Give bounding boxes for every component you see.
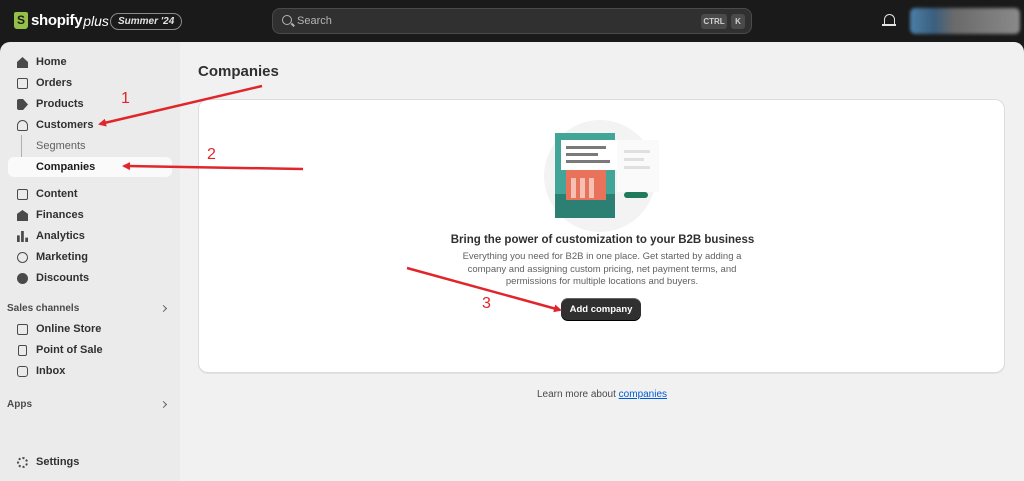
sidebar-item-label: Home (36, 56, 67, 68)
sidebar-item-label: Finances (36, 209, 84, 221)
sidebar-item-label: Content (36, 188, 78, 200)
sidebar-item-finances[interactable]: Finances (8, 205, 172, 225)
shopify-logo[interactable]: shopify plus (14, 12, 109, 29)
gear-icon (17, 457, 28, 468)
step-number-3: 3 (482, 295, 491, 312)
illustration-note-line (624, 166, 650, 169)
step-number-1: 1 (121, 90, 130, 107)
add-company-button[interactable]: Add company (561, 298, 641, 320)
shopify-bag-icon (14, 12, 28, 29)
sidebar-item-customers[interactable]: Customers (8, 115, 172, 135)
sidebar-item-label: Products (36, 98, 84, 110)
sales-channels-chevron-icon[interactable] (159, 304, 168, 313)
shortcut-ctrl-key: CTRL (701, 14, 727, 29)
illustration-status-pill (624, 192, 648, 198)
sidebar-item-label: Marketing (36, 251, 88, 263)
apps-heading[interactable]: Apps (7, 399, 32, 410)
inbox-icon (17, 366, 28, 377)
discount-icon (17, 273, 28, 284)
target-icon (17, 252, 28, 263)
empty-state-description: Everything you need for B2B in one place… (462, 251, 742, 287)
sidebar-item-label: Discounts (36, 272, 90, 284)
home-icon (17, 57, 28, 68)
sidebar-item-label: Settings (36, 456, 80, 468)
sidebar-item-orders[interactable]: Orders (8, 73, 172, 93)
sidebar: Home Orders Products Customers Segments … (0, 42, 180, 481)
empty-state-heading: Bring the power of customization to your… (450, 234, 755, 246)
main-content: Companies Bring the power of customizati… (180, 42, 1024, 481)
bar-chart-icon (17, 231, 28, 242)
top-bar: shopify plus Summer '24 Search CTRL K (0, 0, 1024, 42)
learn-more-prefix: Learn more about (536, 389, 619, 400)
search-icon (282, 15, 292, 25)
sidebar-item-content[interactable]: Content (8, 184, 172, 204)
step-number-2: 2 (207, 146, 216, 163)
bank-icon (17, 210, 28, 221)
sidebar-item-label: Point of Sale (36, 344, 103, 356)
sidebar-item-online-store[interactable]: Online Store (8, 319, 172, 339)
sidebar-item-label: Inbox (36, 365, 66, 377)
sidebar-item-label: Segments (36, 140, 86, 152)
illustration-note-line (624, 150, 650, 153)
shortcut-k-key: K (731, 14, 745, 29)
search-placeholder: Search (297, 15, 332, 27)
store-account-menu[interactable] (910, 8, 1020, 34)
pos-icon (18, 345, 27, 356)
page-title: Companies (198, 63, 279, 80)
sidebar-item-marketing[interactable]: Marketing (8, 247, 172, 267)
sidebar-item-label: Analytics (36, 230, 85, 242)
sidebar-item-settings[interactable]: Settings (8, 452, 172, 472)
orders-icon (17, 78, 28, 89)
notification-bell-icon[interactable] (882, 14, 896, 26)
tag-icon (17, 99, 28, 110)
illustration-window (571, 178, 576, 198)
apps-chevron-icon[interactable] (159, 400, 168, 409)
sidebar-item-inbox[interactable]: Inbox (8, 361, 172, 381)
store-icon (17, 324, 28, 335)
sidebar-item-point-of-sale[interactable]: Point of Sale (8, 340, 172, 360)
logo-plus: plus (83, 12, 109, 29)
illustration-line (566, 153, 598, 156)
sidebar-item-discounts[interactable]: Discounts (8, 268, 172, 288)
illustration-line (566, 160, 610, 163)
sidebar-item-segments[interactable]: Segments (8, 136, 172, 156)
companies-help-link[interactable]: companies (619, 389, 667, 400)
person-icon (17, 120, 28, 131)
logo-text: shopify (31, 12, 83, 29)
illustration-window (580, 178, 585, 198)
edition-badge[interactable]: Summer '24 (110, 13, 183, 30)
empty-state-card: Bring the power of customization to your… (198, 99, 1005, 373)
content-icon (17, 189, 28, 200)
sidebar-item-home[interactable]: Home (8, 52, 172, 72)
sales-channels-heading[interactable]: Sales channels (7, 303, 79, 314)
sidebar-item-label: Online Store (36, 323, 102, 335)
learn-more-text: Learn more about companies (180, 389, 1024, 400)
sidebar-item-products[interactable]: Products (8, 94, 172, 114)
sidebar-item-label: Companies (36, 161, 96, 173)
search-bar[interactable]: Search CTRL K (272, 8, 752, 34)
b2b-storefront-illustration (544, 120, 659, 232)
illustration-note-line (624, 158, 644, 161)
illustration-line (566, 146, 606, 149)
illustration-window (589, 178, 594, 198)
sidebar-item-companies[interactable]: Companies (8, 157, 172, 177)
sidebar-item-label: Orders (36, 77, 73, 89)
sidebar-item-label: Customers (36, 119, 94, 131)
sidebar-item-analytics[interactable]: Analytics (8, 226, 172, 246)
